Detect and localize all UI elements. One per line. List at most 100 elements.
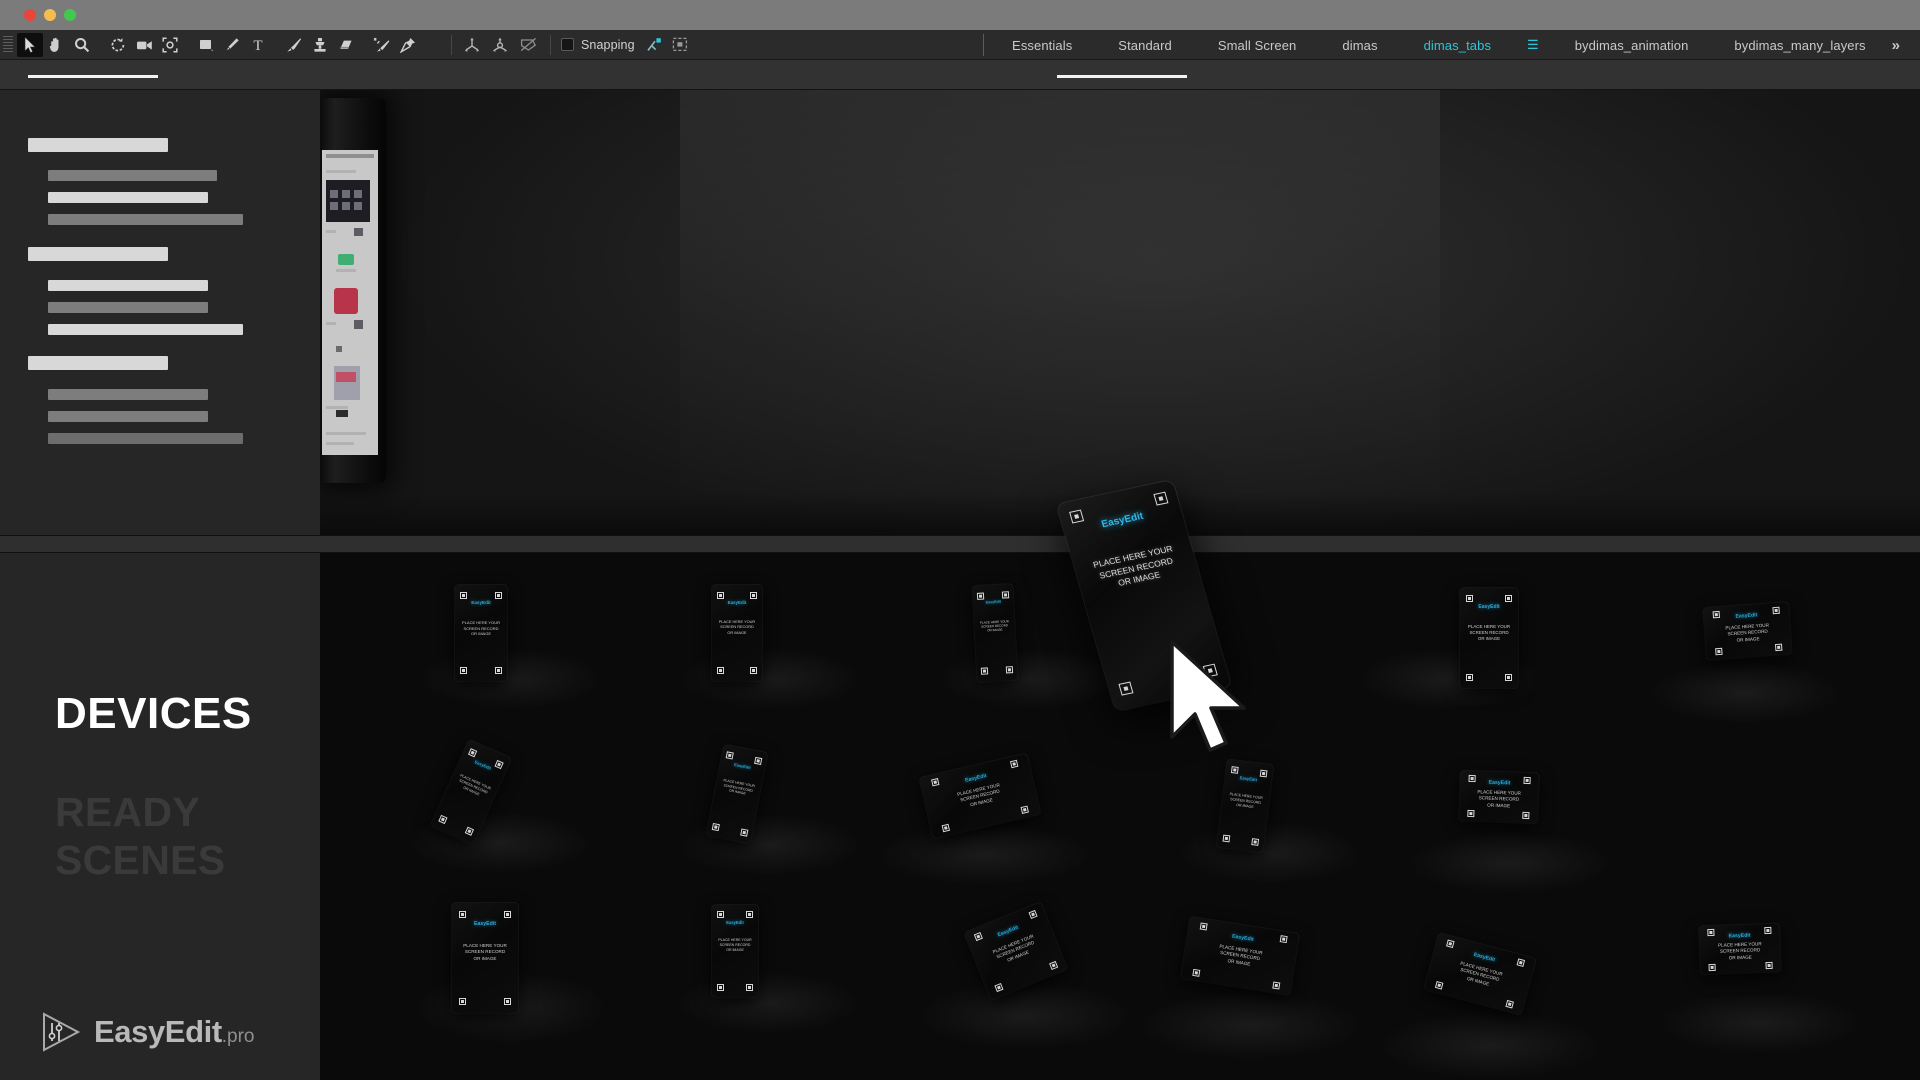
zoom-button[interactable] [64,9,76,21]
brush-tool[interactable] [281,33,307,57]
corner-handle-tr[interactable] [750,592,757,599]
corner-handle-tr[interactable] [1764,927,1771,934]
corner-handle-bl[interactable] [459,998,466,1005]
corner-handle-br[interactable] [1775,644,1782,651]
corner-handle-tl[interactable] [459,911,466,918]
selection-tool[interactable] [17,32,43,57]
viewport-device-preview[interactable] [320,98,390,498]
corner-handle-bl[interactable] [717,984,724,991]
zoom-tool[interactable] [69,33,95,57]
workspace-tab-dimas-tabs[interactable]: dimas_tabs [1424,38,1491,53]
corner-handle-tr[interactable] [754,757,762,765]
project-panel-tab-underline[interactable] [28,75,158,78]
corner-handle-bl[interactable] [1466,674,1473,681]
rotation-tool[interactable] [105,33,131,57]
workspace-tab-small-screen[interactable]: Small Screen [1218,38,1297,53]
pen-tool[interactable] [219,33,245,57]
workspace-tab-essentials[interactable]: Essentials [1012,38,1072,53]
roto-brush-tool[interactable] [369,33,395,57]
eraser-tool[interactable] [333,33,359,57]
workspace-tab-dimas[interactable]: dimas [1342,38,1377,53]
corner-handle-bl[interactable] [1223,835,1231,843]
corner-handle-br[interactable] [1272,982,1280,990]
corner-handle-br[interactable] [746,984,753,991]
corner-handle-tr[interactable] [1505,595,1512,602]
device-mockup[interactable]: EasyEdit PLACE HERE YOUR SCREEN RECORD OR I… [972,584,1018,682]
type-tool[interactable]: T [245,33,271,57]
world-axis-mode-icon[interactable] [486,33,514,57]
device-mockup[interactable]: EasyEdit PLACE HERE YOUR SCREEN RECORD OR I… [1460,588,1518,688]
panel-divider[interactable] [0,535,1920,553]
corner-handle-tl[interactable] [1466,595,1473,602]
skeleton-row [48,170,217,181]
workspace-tab-bydimas-animation[interactable]: bydimas_animation [1575,38,1689,53]
device-mockup[interactable]: EasyEdit PLACE HERE YOUR SCREEN RECORD OR I… [1703,602,1792,660]
corner-handle-tl[interactable] [726,751,734,759]
corner-handle-br[interactable] [1505,674,1512,681]
workspace-tab-standard[interactable]: Standard [1118,38,1172,53]
corner-handle-br[interactable] [750,667,757,674]
device-mockup[interactable]: EasyEdit PLACE HERE YOUR SCREEN RECORD OR I… [712,905,758,997]
corner-handle-tr[interactable] [495,592,502,599]
composition-viewport[interactable] [320,90,1920,535]
workspace-tab-bydimas-many-layers[interactable]: bydimas_many_layers [1734,38,1865,53]
corner-handle-tr[interactable] [1280,935,1288,943]
snap-to-feature-icon[interactable] [641,33,667,57]
hand-tool[interactable] [43,33,69,57]
view-axis-mode-icon[interactable] [514,33,542,57]
local-axis-mode-icon[interactable] [458,33,486,57]
corner-handle-tl[interactable] [1469,775,1476,782]
corner-handle-bl[interactable] [1467,810,1474,817]
corner-handle-bl[interactable] [712,823,720,831]
device-mockup[interactable]: EasyEdit PLACE HERE YOUR SCREEN RECORD OR I… [712,585,762,681]
device-mockup[interactable]: EasyEdit PLACE HERE YOUR SCREEN RECORD OR I… [1459,770,1539,824]
window-controls [24,9,76,21]
arrow-cursor [1168,640,1268,755]
corner-handle-br[interactable] [504,998,511,1005]
corner-handle-tl[interactable] [977,593,984,600]
corner-handle-br[interactable] [495,667,502,674]
workspace-overflow-button[interactable]: » [1892,37,1900,54]
corner-handle-br[interactable] [1765,962,1772,969]
corner-handle-tl[interactable] [717,592,724,599]
anchor-point-tool[interactable] [157,33,183,57]
corner-handle-tl[interactable] [460,592,467,599]
corner-handle-tl[interactable] [717,911,724,918]
device-mockup[interactable]: EasyEdit PLACE HERE YOUR SCREEN RECORD OR I… [452,903,518,1013]
corner-handle-bl[interactable] [1715,648,1722,655]
corner-handle-bl[interactable] [981,667,988,674]
clone-stamp-tool[interactable] [307,33,333,57]
close-button[interactable] [24,9,36,21]
shape-tool[interactable] [193,33,219,57]
corner-handle-tl[interactable] [1200,922,1208,930]
corner-handle-tr[interactable] [746,911,753,918]
corner-handle-tr[interactable] [1002,591,1009,598]
corner-handle-tl[interactable] [1707,929,1714,936]
corner-handle-bl[interactable] [717,667,724,674]
corner-handle-tr[interactable] [504,911,511,918]
corner-handle-tl[interactable] [1231,766,1239,774]
corner-handle-tr[interactable] [1772,607,1779,614]
minimize-button[interactable] [44,9,56,21]
snapping-checkbox[interactable] [561,38,574,51]
corner-handle-br[interactable] [740,828,748,836]
hamburger-icon[interactable]: ☰ [1527,37,1539,53]
corner-handle-bl[interactable] [460,667,467,674]
device-mockup[interactable]: EasyEdit PLACE HERE YOUR SCREEN RECORD OR I… [455,585,507,681]
corner-handle-tr[interactable] [1260,770,1268,778]
corner-handle-tr[interactable] [1523,777,1530,784]
camera-tool[interactable] [131,33,157,57]
composition-panel-tab-underline[interactable] [1057,75,1187,78]
corner-handle-bl[interactable] [1192,969,1200,977]
play-sliders-icon [38,1010,82,1054]
corner-handle-br[interactable] [1006,666,1013,673]
corner-handle-tl[interactable] [1713,611,1720,618]
corner-handle-bl[interactable] [1709,964,1716,971]
snap-to-face-icon[interactable] [667,33,693,57]
corner-handle-br[interactable] [1522,812,1529,819]
puppet-pin-tool[interactable] [395,33,421,57]
corner-handle-br[interactable] [1251,838,1259,846]
mockup-logo: EasyEdit [471,600,491,605]
device-mockup[interactable]: EasyEdit PLACE HERE YOUR SCREEN RECORD OR I… [1699,923,1781,975]
toolbar-drag-handle[interactable] [3,35,13,54]
